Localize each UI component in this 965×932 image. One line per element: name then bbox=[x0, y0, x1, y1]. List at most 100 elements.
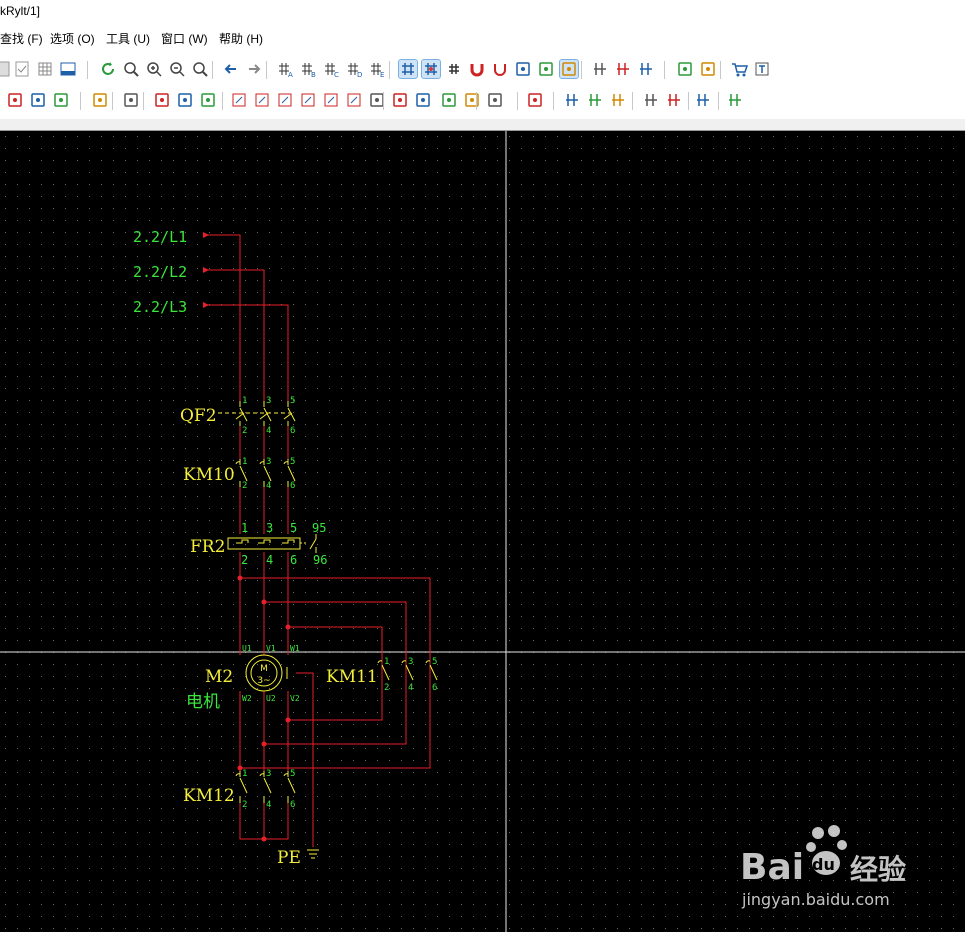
contact-5-icon[interactable] bbox=[322, 91, 340, 109]
toolbar-divider bbox=[0, 119, 965, 131]
magnet-icon[interactable] bbox=[468, 60, 486, 78]
page-back-icon[interactable] bbox=[29, 91, 47, 109]
label-motor-desc[interactable]: 电机 bbox=[186, 692, 220, 712]
zoom-100-icon[interactable] bbox=[191, 60, 209, 78]
title-bar: kRylt/1] bbox=[0, 0, 965, 24]
link-icon[interactable] bbox=[514, 60, 532, 78]
main-toolbar: A B C D E bbox=[0, 56, 965, 84]
grid-e-icon[interactable]: E bbox=[368, 60, 386, 78]
wire-style-3-icon[interactable] bbox=[637, 60, 655, 78]
signal-l2-ref[interactable]: 2.2/L2 bbox=[133, 263, 187, 281]
wire-arrow-icon[interactable] bbox=[726, 91, 744, 109]
label-km10[interactable]: KM10 bbox=[183, 465, 235, 485]
label-m2[interactable]: M2 bbox=[205, 667, 233, 687]
coil-2-icon[interactable] bbox=[414, 91, 432, 109]
page-forward-icon[interactable] bbox=[52, 91, 70, 109]
label-km11[interactable]: KM11 bbox=[326, 667, 378, 687]
part-2-icon[interactable] bbox=[176, 91, 194, 109]
svg-text:1: 1 bbox=[242, 769, 247, 779]
grid-a-icon[interactable]: A bbox=[276, 60, 294, 78]
label-km12[interactable]: KM12 bbox=[183, 786, 235, 806]
arrow-left-icon[interactable] bbox=[222, 60, 240, 78]
menu-options[interactable]: 选项 (O) bbox=[50, 30, 95, 47]
menu-find[interactable]: 查找 (F) bbox=[0, 30, 43, 47]
schematic-svg[interactable]: 2.2/L1 2.2/L2 2.2/L3 M 3~ QF2 KM10 FR2 M… bbox=[0, 131, 965, 932]
page-icon[interactable] bbox=[0, 60, 12, 78]
svg-text:6: 6 bbox=[290, 553, 297, 567]
table-icon[interactable] bbox=[526, 91, 544, 109]
motor-symbol-phase: 3~ bbox=[257, 676, 270, 686]
watermark-url: jingyan.baidu.com bbox=[741, 890, 890, 909]
grid-table-icon[interactable] bbox=[36, 60, 54, 78]
wire-cross-icon[interactable] bbox=[586, 91, 604, 109]
svg-text:E: E bbox=[380, 71, 384, 78]
grid-d-icon[interactable]: D bbox=[345, 60, 363, 78]
signal-l1-ref[interactable]: 2.2/L1 bbox=[133, 228, 187, 246]
wire-node-icon[interactable] bbox=[665, 91, 683, 109]
component-grid-icon[interactable] bbox=[122, 91, 140, 109]
check-icon[interactable] bbox=[13, 60, 31, 78]
ruler-icon[interactable] bbox=[559, 59, 579, 79]
wire-parallel-icon[interactable] bbox=[563, 91, 581, 109]
contact-6-icon[interactable] bbox=[345, 91, 363, 109]
menu-bar: 查找 (F) 选项 (O) 工具 (U) 窗口 (W) 帮助 (H) bbox=[0, 28, 965, 48]
signal-l3-ref[interactable]: 2.2/L3 bbox=[133, 298, 187, 316]
zoom-out-icon[interactable] bbox=[168, 60, 186, 78]
cart-icon[interactable] bbox=[730, 60, 748, 78]
part-3-icon[interactable] bbox=[199, 91, 217, 109]
wire-style-icon[interactable] bbox=[591, 60, 609, 78]
svg-text:D: D bbox=[357, 71, 362, 78]
frame-icon[interactable] bbox=[486, 91, 504, 109]
grid-c-icon[interactable]: C bbox=[322, 60, 340, 78]
terminal-icon[interactable] bbox=[676, 60, 694, 78]
text-icon[interactable] bbox=[753, 60, 771, 78]
select-box-icon[interactable] bbox=[699, 60, 717, 78]
svg-text:2: 2 bbox=[242, 800, 247, 810]
svg-text:6: 6 bbox=[432, 683, 437, 693]
new-page-icon[interactable] bbox=[6, 91, 24, 109]
contact-2-icon[interactable] bbox=[253, 91, 271, 109]
drawing-toolbar bbox=[0, 87, 965, 115]
window-icon[interactable] bbox=[59, 60, 77, 78]
svg-text:U1: U1 bbox=[242, 644, 252, 653]
wire-angle-icon[interactable] bbox=[642, 91, 660, 109]
wire-branch-icon[interactable] bbox=[609, 91, 627, 109]
hash-icon[interactable] bbox=[445, 60, 463, 78]
svg-text:6: 6 bbox=[290, 426, 295, 436]
hatch-icon[interactable] bbox=[463, 91, 481, 109]
zoom-in-icon[interactable] bbox=[145, 60, 163, 78]
coil-icon[interactable] bbox=[391, 91, 409, 109]
menu-help[interactable]: 帮助 (H) bbox=[219, 30, 263, 47]
wire-style-2-icon[interactable] bbox=[614, 60, 632, 78]
svg-text:6: 6 bbox=[290, 481, 295, 491]
menu-tools[interactable]: 工具 (U) bbox=[106, 30, 150, 47]
label-fr2[interactable]: FR2 bbox=[190, 537, 225, 557]
menu-window[interactable]: 窗口 (W) bbox=[161, 30, 208, 47]
contact-4-icon[interactable] bbox=[299, 91, 317, 109]
drawing-canvas[interactable]: 2.2/L1 2.2/L2 2.2/L3 M 3~ QF2 KM10 FR2 M… bbox=[0, 131, 965, 932]
grid-dots bbox=[0, 131, 965, 932]
refresh-icon[interactable] bbox=[99, 60, 117, 78]
block-icon[interactable] bbox=[91, 91, 109, 109]
toolbar-separator bbox=[517, 92, 518, 110]
contact-icon[interactable] bbox=[230, 91, 248, 109]
grid-icon[interactable] bbox=[398, 59, 418, 79]
grid-b-icon[interactable]: B bbox=[299, 60, 317, 78]
arrow-right-icon[interactable] bbox=[245, 60, 263, 78]
wire-junction-icon[interactable] bbox=[694, 91, 712, 109]
component-icon[interactable] bbox=[537, 60, 555, 78]
snap-grid-icon[interactable] bbox=[421, 59, 441, 79]
contact-3-icon[interactable] bbox=[276, 91, 294, 109]
svg-text:1: 1 bbox=[242, 457, 247, 467]
part-icon[interactable] bbox=[153, 91, 171, 109]
svg-text:4: 4 bbox=[266, 800, 271, 810]
flag-icon[interactable] bbox=[440, 91, 458, 109]
toolbar-separator bbox=[222, 92, 223, 110]
magnet-a-icon[interactable] bbox=[491, 60, 509, 78]
label-pe[interactable]: PE bbox=[277, 848, 301, 868]
toolbar-separator bbox=[383, 92, 384, 110]
zoom-fit-icon[interactable] bbox=[122, 60, 140, 78]
label-qf2[interactable]: QF2 bbox=[180, 406, 217, 426]
watermark-brand-2: 经验 bbox=[850, 853, 906, 886]
toolbar-separator bbox=[266, 61, 267, 79]
